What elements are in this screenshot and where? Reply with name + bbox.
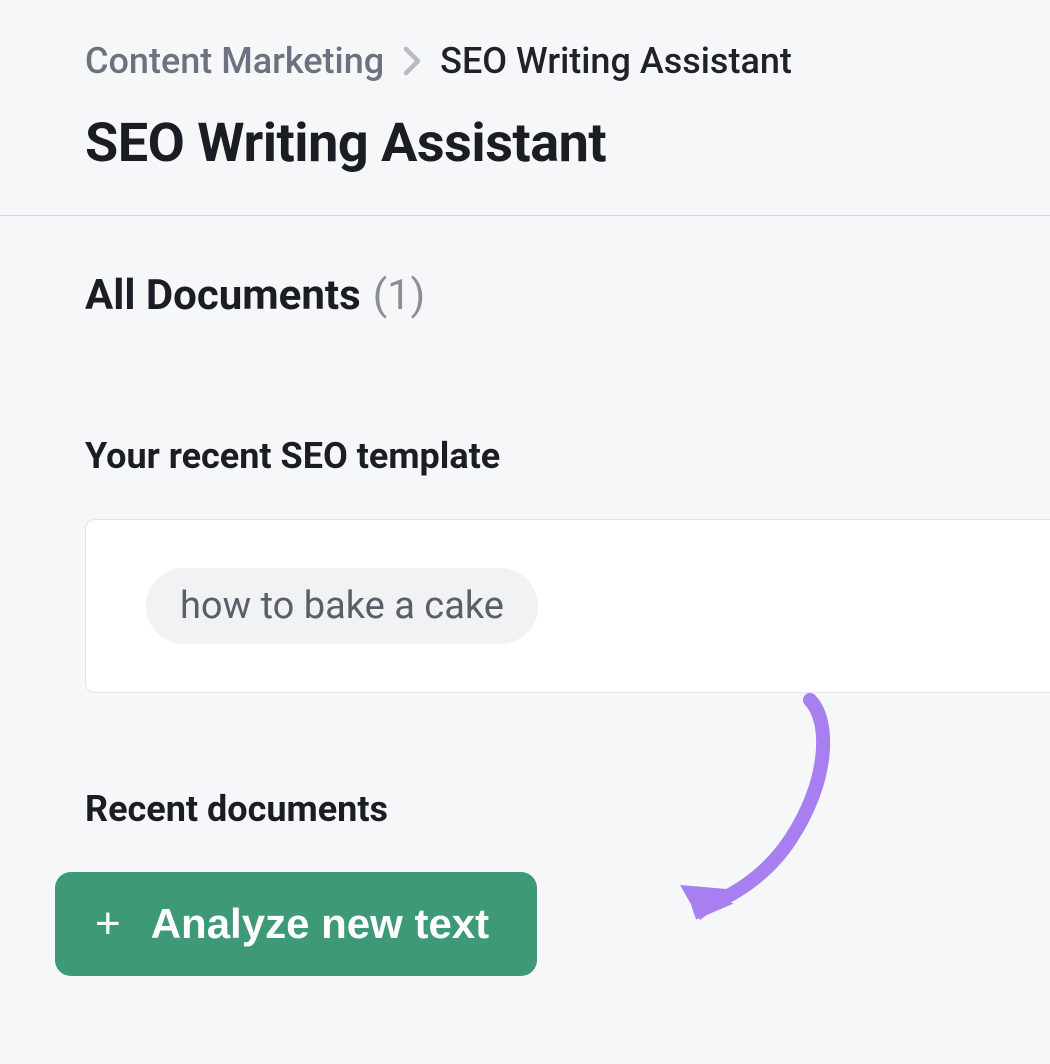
breadcrumb: Content Marketing SEO Writing Assistant — [85, 40, 1050, 82]
all-documents-heading: All Documents (1) — [85, 271, 1050, 320]
breadcrumb-current: SEO Writing Assistant — [440, 40, 792, 82]
all-documents-label: All Documents — [85, 271, 361, 320]
analyze-button-label: Analyze new text — [151, 900, 489, 948]
header-section: Content Marketing SEO Writing Assistant … — [0, 0, 1050, 215]
page-title: SEO Writing Assistant — [85, 112, 1050, 175]
plus-icon: + — [95, 902, 121, 946]
recent-template-heading: Your recent SEO template — [85, 435, 1050, 477]
breadcrumb-parent[interactable]: Content Marketing — [85, 40, 384, 82]
template-chip[interactable]: how to bake a cake — [146, 568, 538, 644]
analyze-new-text-button[interactable]: + Analyze new text — [55, 872, 537, 976]
chevron-right-icon — [402, 46, 422, 76]
recent-documents-heading: Recent documents — [85, 788, 1050, 830]
content-section: All Documents (1) Your recent SEO templa… — [0, 216, 1050, 976]
all-documents-count: (1) — [373, 271, 426, 320]
template-card[interactable]: how to bake a cake — [85, 519, 1050, 693]
